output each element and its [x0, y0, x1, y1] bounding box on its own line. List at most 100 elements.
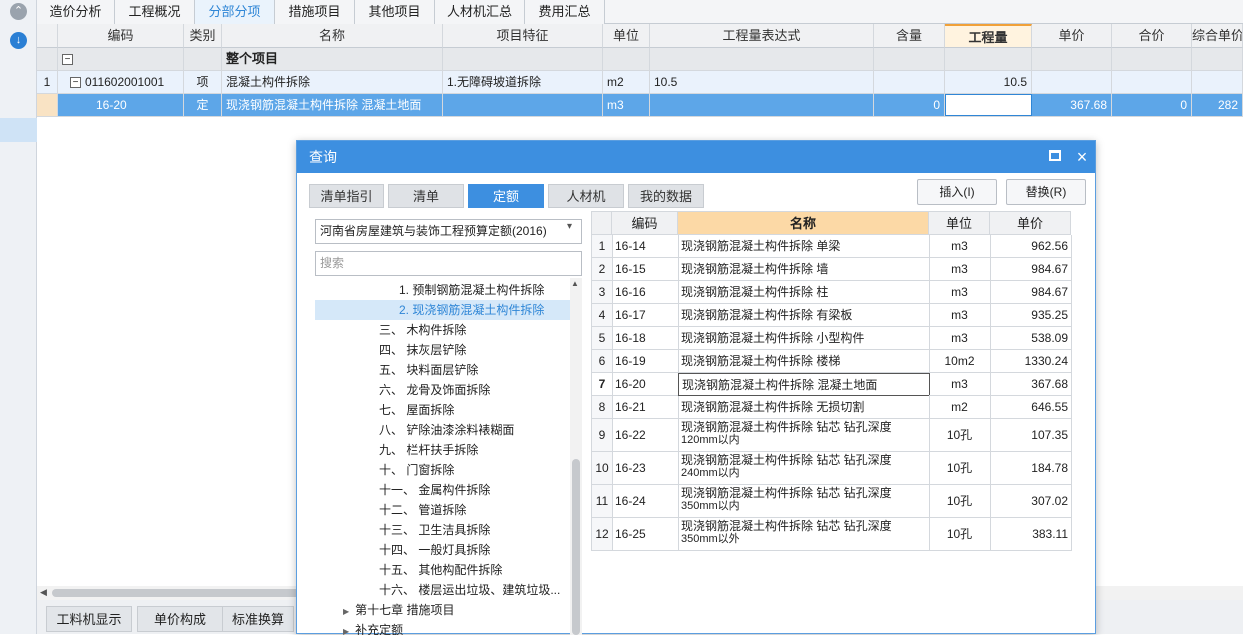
grid-cell-name[interactable]: 现浇钢筋混凝土构件拆除 混凝土地面: [222, 94, 443, 116]
scroll-thumb[interactable]: [572, 459, 580, 635]
grid-cell-unit[interactable]: m3: [603, 94, 650, 116]
qtable-cell-price[interactable]: 383.11: [990, 518, 1072, 551]
tab-cost-analysis[interactable]: 造价分析: [37, 0, 115, 24]
qtable-cell-code[interactable]: 16-24: [612, 485, 679, 518]
tab-my-data[interactable]: 我的数据: [628, 184, 704, 208]
qtable-cell-name[interactable]: 现浇钢筋混凝土构件拆除 钻芯 钻孔深度 350mm以内: [678, 485, 930, 518]
grid-cell-total[interactable]: 0: [1112, 94, 1192, 116]
grid-cell-name[interactable]: 混凝土构件拆除: [222, 71, 443, 93]
qtable-row[interactable]: 10 16-23 现浇钢筋混凝土构件拆除 钻芯 钻孔深度 240mm以内 10孔 184.…: [591, 452, 1072, 485]
qtable-cell-unit[interactable]: m3: [929, 281, 991, 304]
grid-cell-type[interactable]: 项: [184, 71, 222, 93]
grid-header-code[interactable]: 编码: [58, 24, 184, 48]
tab-sub-items[interactable]: 分部分项: [195, 0, 275, 24]
qtable-cell-unit[interactable]: m3: [929, 373, 991, 396]
qtable-cell-price[interactable]: 307.02: [990, 485, 1072, 518]
tree-item[interactable]: 五、 块料面层铲除: [315, 360, 571, 380]
tab-labor-material-summary[interactable]: 人材机汇总: [435, 0, 525, 24]
grid-cell-name[interactable]: 整个项目: [222, 48, 443, 70]
scroll-thumb[interactable]: [52, 589, 302, 597]
qtable-row[interactable]: 5 16-18 现浇钢筋混凝土构件拆除 小型构件 m3 538.09: [591, 327, 1072, 350]
qtable-row[interactable]: 1 16-14 现浇钢筋混凝土构件拆除 单梁 m3 962.56: [591, 235, 1072, 258]
qtable-header-unit[interactable]: 单位: [928, 211, 990, 235]
tree-item[interactable]: 九、 栏杆扶手拆除: [315, 440, 571, 460]
close-icon[interactable]: ×: [1073, 141, 1091, 173]
tree-item[interactable]: 七、 屋面拆除: [315, 400, 571, 420]
qtable-cell-unit[interactable]: 10孔: [929, 485, 991, 518]
qtable-cell-unit[interactable]: m3: [929, 304, 991, 327]
maximize-icon[interactable]: [1049, 150, 1061, 161]
qtable-cell-name[interactable]: 现浇钢筋混凝土构件拆除 小型构件: [678, 327, 930, 350]
qtable-row[interactable]: 3 16-16 现浇钢筋混凝土构件拆除 柱 m3 984.67: [591, 281, 1072, 304]
grid-row-quota-selected[interactable]: 16-20 定 现浇钢筋混凝土构件拆除 混凝土地面 m3 0 367.68 0 …: [37, 94, 1243, 117]
qtable-cell-code[interactable]: 16-19: [612, 350, 679, 373]
qtable-cell-code[interactable]: 16-22: [612, 419, 679, 452]
qtable-header-price[interactable]: 单价: [989, 211, 1071, 235]
qtable-cell-name[interactable]: 现浇钢筋混凝土构件拆除 钻芯 钻孔深度 350mm以外: [678, 518, 930, 551]
grid-header-type[interactable]: 类别: [184, 24, 222, 48]
qtable-cell-price[interactable]: 984.67: [990, 281, 1072, 304]
grid-cell-type[interactable]: 定: [184, 94, 222, 116]
grid-header-quantity[interactable]: 工程量: [945, 24, 1032, 48]
tab-measures[interactable]: 措施项目: [275, 0, 355, 24]
grid-header-name[interactable]: 名称: [222, 24, 443, 48]
grid-header-unit[interactable]: 单位: [603, 24, 650, 48]
scroll-up-icon[interactable]: ▲: [571, 279, 579, 288]
tab-labor-material-display[interactable]: 工料机显示: [46, 606, 132, 632]
qtable-header-name[interactable]: 名称: [677, 211, 929, 235]
grid-cell-total[interactable]: [1112, 71, 1192, 93]
tab-labor-material[interactable]: 人材机: [548, 184, 624, 208]
tab-list-guide[interactable]: 清单指引: [309, 184, 384, 208]
tree-item[interactable]: 十二、 管道拆除: [315, 500, 571, 520]
qtable-header-code[interactable]: 编码: [611, 211, 678, 235]
grid-row-item[interactable]: 1 −011602001001 项 混凝土构件拆除 1.无障碍坡道拆除 m2 1…: [37, 71, 1243, 94]
qtable-cell-name[interactable]: 现浇钢筋混凝土构件拆除 混凝土地面: [678, 373, 930, 396]
qtable-cell-price[interactable]: 962.56: [990, 235, 1072, 258]
download-icon[interactable]: ↓: [10, 32, 27, 49]
grid-row-whole-project[interactable]: − 整个项目: [37, 48, 1243, 71]
expand-arrow-icon[interactable]: ▶: [343, 607, 349, 616]
grid-header-content[interactable]: 含量: [874, 24, 945, 48]
dialog-title[interactable]: 查询: [297, 141, 1095, 173]
tab-other-items[interactable]: 其他项目: [355, 0, 435, 24]
qtable-cell-name[interactable]: 现浇钢筋混凝土构件拆除 无损切割: [678, 396, 930, 419]
grid-cell-composite[interactable]: [1192, 71, 1243, 93]
replace-button[interactable]: 替换(R): [1006, 179, 1086, 205]
grid-header-total[interactable]: 合价: [1112, 24, 1192, 48]
qtable-row[interactable]: 4 16-17 现浇钢筋混凝土构件拆除 有梁板 m3 935.25: [591, 304, 1072, 327]
grid-cell-quantity-editor[interactable]: [945, 94, 1032, 116]
grid-header-composite[interactable]: 综合单价: [1192, 24, 1243, 48]
qtable-cell-name[interactable]: 现浇钢筋混凝土构件拆除 楼梯: [678, 350, 930, 373]
grid-cell-content[interactable]: 0: [874, 94, 945, 116]
grid-header-price[interactable]: 单价: [1032, 24, 1112, 48]
qtable-cell-code[interactable]: 16-21: [612, 396, 679, 419]
qtable-cell-code[interactable]: 16-25: [612, 518, 679, 551]
insert-button[interactable]: 插入(I): [917, 179, 997, 205]
collapse-icon[interactable]: −: [70, 77, 81, 89]
grid-header-feature[interactable]: 项目特征: [443, 24, 603, 48]
qtable-row[interactable]: 7 16-20 现浇钢筋混凝土构件拆除 混凝土地面 m3 367.68: [591, 373, 1072, 396]
qtable-row[interactable]: 6 16-19 现浇钢筋混凝土构件拆除 楼梯 10m2 1330.24: [591, 350, 1072, 373]
qtable-cell-unit[interactable]: m3: [929, 258, 991, 281]
grid-cell-content[interactable]: [874, 71, 945, 93]
qtable-row[interactable]: 12 16-25 现浇钢筋混凝土构件拆除 钻芯 钻孔深度 350mm以外 10孔 383.…: [591, 518, 1072, 551]
qtable-cell-unit[interactable]: 10m2: [929, 350, 991, 373]
tree-item[interactable]: 十六、 楼层运出垃圾、建筑垃圾...: [315, 580, 571, 600]
quota-library-select[interactable]: 河南省房屋建筑与装饰工程预算定额(2016): [315, 219, 582, 244]
tree-item[interactable]: 十五、 其他构配件拆除: [315, 560, 571, 580]
grid-cell-unit[interactable]: m2: [603, 71, 650, 93]
qtable-cell-price[interactable]: 184.78: [990, 452, 1072, 485]
qtable-cell-unit[interactable]: m2: [929, 396, 991, 419]
tree-item[interactable]: 四、 抹灰层铲除: [315, 340, 571, 360]
chevron-down-icon[interactable]: ▾: [567, 221, 572, 232]
collapse-icon[interactable]: −: [62, 54, 73, 66]
tree-item[interactable]: 三、 木构件拆除: [315, 320, 571, 340]
grid-cell-price[interactable]: 367.68: [1032, 94, 1112, 116]
qtable-cell-price[interactable]: 538.09: [990, 327, 1072, 350]
qtable-row[interactable]: 2 16-15 现浇钢筋混凝土构件拆除 墙 m3 984.67: [591, 258, 1072, 281]
collapse-icon[interactable]: ⌃: [10, 3, 27, 20]
qtable-cell-code[interactable]: 16-16: [612, 281, 679, 304]
qtable-cell-name[interactable]: 现浇钢筋混凝土构件拆除 墙: [678, 258, 930, 281]
grid-cell-feature[interactable]: [443, 94, 603, 116]
grid-cell-feature[interactable]: 1.无障碍坡道拆除: [443, 71, 603, 93]
